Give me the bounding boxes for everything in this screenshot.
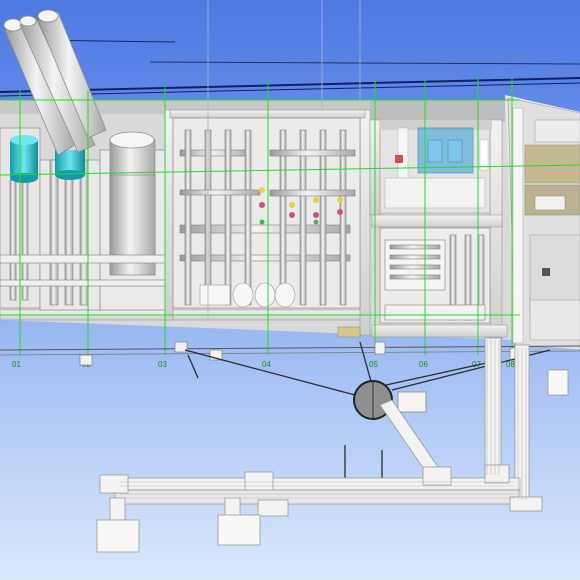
grid-label-01: 01 [12,360,21,369]
switchgear-panel[interactable] [417,127,474,174]
control-building[interactable] [507,97,580,351]
conduit-lines [120,340,527,500]
3d-model-viewport[interactable]: 01 02 03 04 05 06 07 08 [0,0,580,580]
drums[interactable] [199,282,296,308]
grid-label-06: 06 [419,360,428,369]
process-room-1[interactable] [172,117,361,309]
process-room-2[interactable] [379,227,491,324]
junction-box[interactable] [397,391,427,413]
plant-model-canvas[interactable]: 01 02 03 04 05 06 07 08 [0,0,580,580]
door[interactable] [337,326,361,338]
grid-label-05: 05 [369,360,378,369]
grid-label-04: 04 [262,360,271,369]
grid-label-03: 03 [158,360,167,369]
